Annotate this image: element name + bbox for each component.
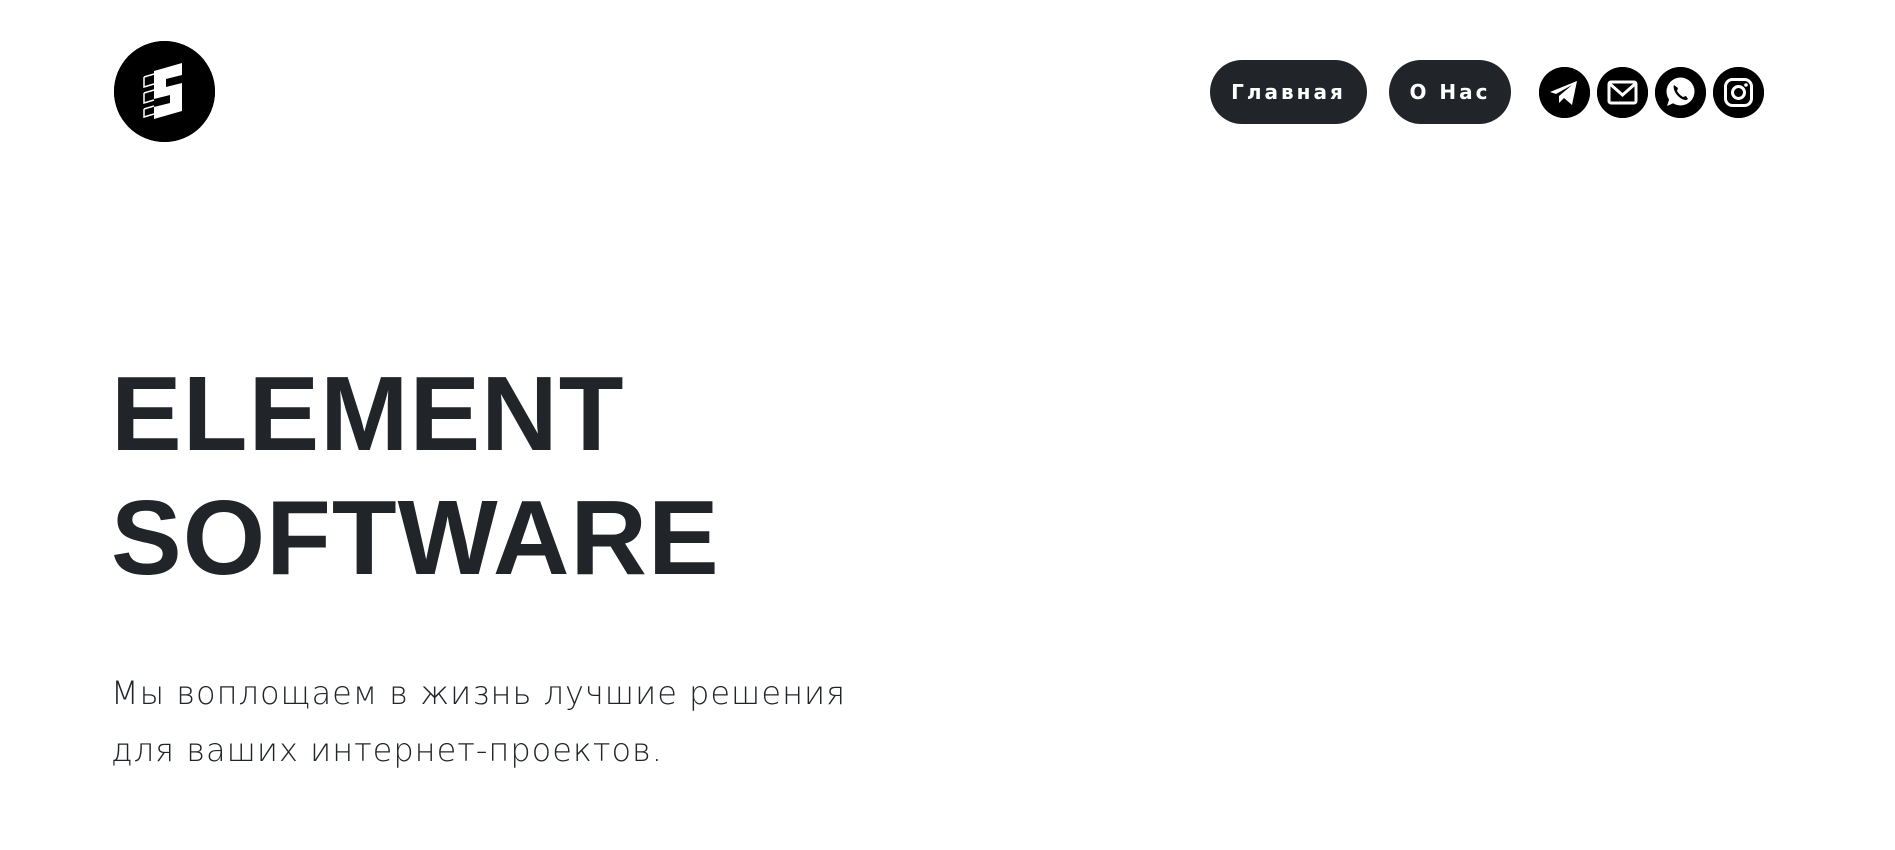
telegram-link[interactable] (1539, 66, 1590, 118)
nav-home-button[interactable]: Главная (1210, 60, 1367, 124)
hero-title-line1: ELEMENT (111, 355, 625, 473)
hero-title-line2: SOFTWARE (111, 479, 720, 597)
hero-title: ELEMENT SOFTWARE (111, 352, 720, 600)
telegram-icon (1539, 66, 1590, 118)
nav-about-button[interactable]: О Нас (1389, 60, 1511, 124)
hero-subtitle-line2: для ваших интернет-проектов. (111, 731, 663, 769)
hero-subtitle: Мы воплощаем в жизнь лучшие решения для … (111, 665, 846, 779)
social-links (1539, 66, 1764, 118)
hero-subtitle-line1: Мы воплощаем в жизнь лучшие решения (111, 674, 846, 712)
main-nav: Главная О Нас (1210, 60, 1764, 124)
mail-link[interactable] (1597, 66, 1648, 118)
whatsapp-icon (1655, 66, 1706, 118)
instagram-link[interactable] (1713, 66, 1764, 118)
mail-icon (1597, 66, 1648, 118)
whatsapp-link[interactable] (1655, 66, 1706, 118)
instagram-icon (1713, 66, 1764, 118)
element-software-logo-icon (114, 41, 215, 142)
logo-link[interactable] (114, 41, 215, 142)
